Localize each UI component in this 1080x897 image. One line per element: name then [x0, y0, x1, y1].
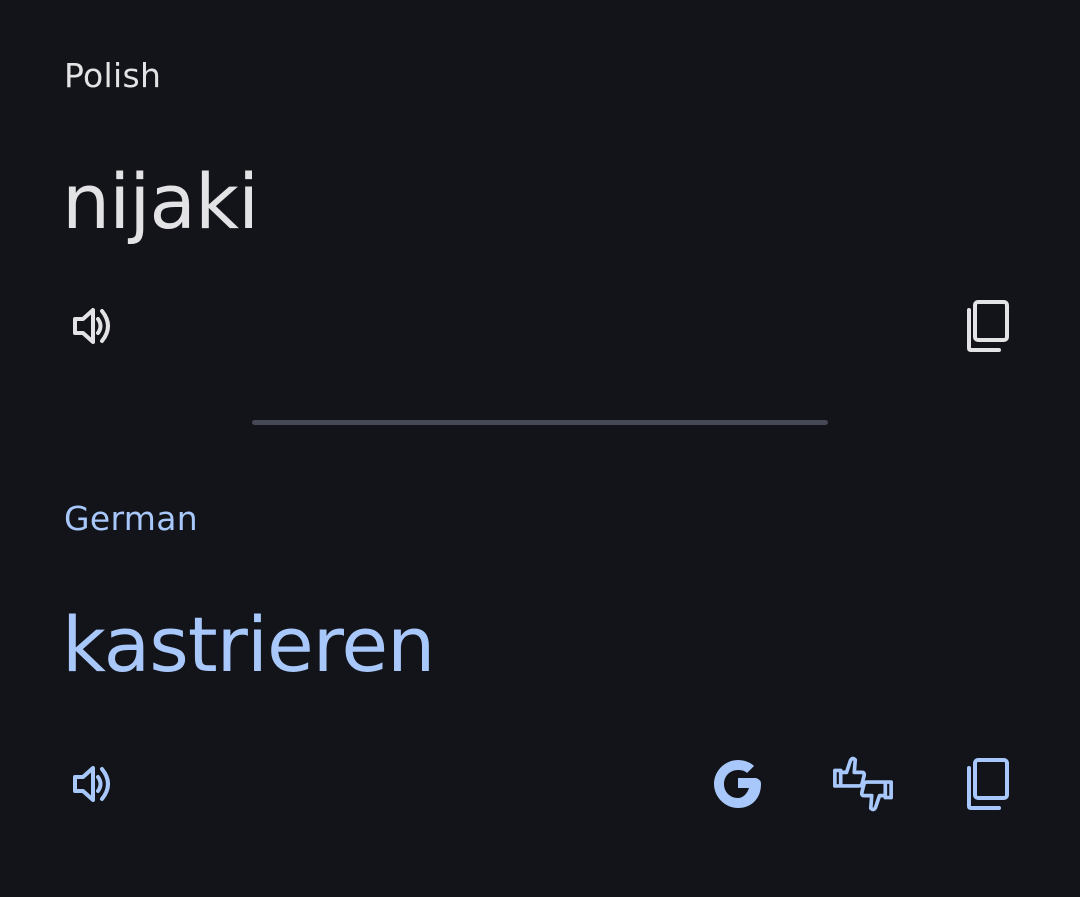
google-g-icon	[714, 760, 761, 808]
source-listen-button[interactable]	[60, 294, 124, 358]
source-copy-button[interactable]	[955, 294, 1019, 358]
target-text: kastrieren	[62, 600, 435, 689]
translation-card: Polish nijaki German kastrieren	[0, 0, 1080, 897]
speaker-icon	[73, 308, 110, 344]
target-copy-button[interactable]	[955, 752, 1019, 816]
target-language-label: German	[64, 499, 198, 538]
copy-icon	[967, 300, 1009, 352]
speaker-icon	[73, 766, 110, 802]
source-text: nijaki	[62, 157, 259, 246]
target-listen-button[interactable]	[60, 752, 124, 816]
google-search-button[interactable]	[706, 752, 770, 816]
thumbs-feedback-icon	[833, 756, 893, 812]
copy-icon	[967, 758, 1009, 810]
feedback-button[interactable]	[831, 752, 895, 816]
source-language-label: Polish	[64, 56, 162, 95]
section-divider	[252, 420, 828, 425]
